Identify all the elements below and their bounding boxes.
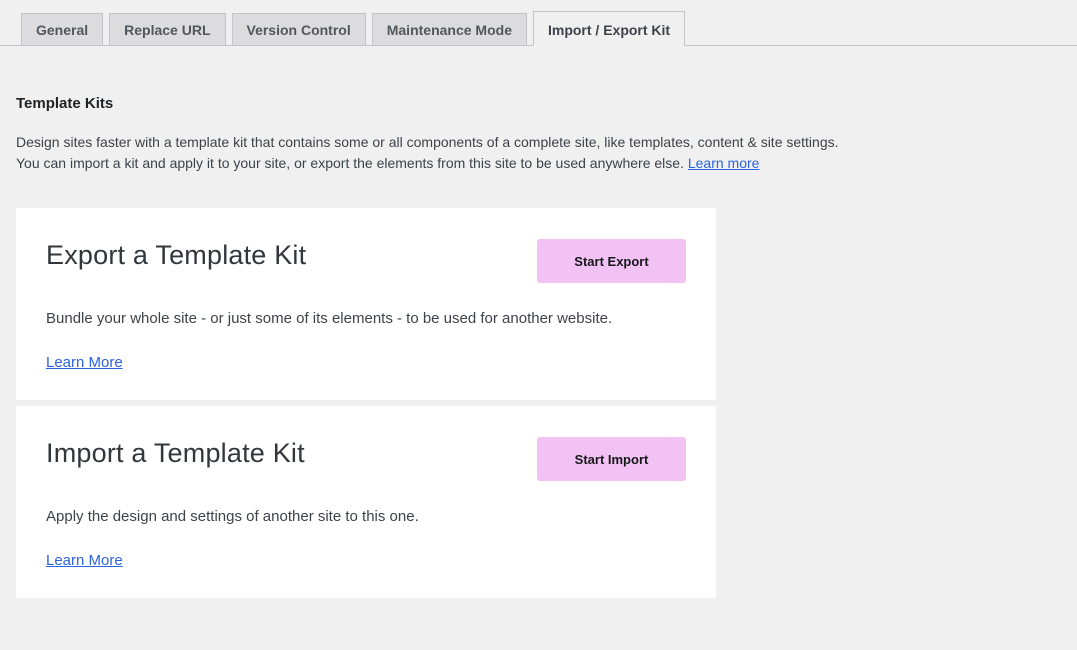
learn-more-link-intro[interactable]: Learn more — [688, 155, 760, 171]
tab-maintenance-mode[interactable]: Maintenance Mode — [372, 13, 527, 46]
export-kit-card: Export a Template Kit Start Export Bundl… — [16, 208, 716, 400]
export-kit-description: Bundle your whole site - or just some of… — [46, 310, 686, 328]
section-description-line2: You can import a kit and apply it to you… — [16, 155, 684, 171]
tab-version-control[interactable]: Version Control — [232, 13, 366, 46]
start-import-button[interactable]: Start Import — [537, 437, 686, 481]
learn-more-link-import[interactable]: Learn More — [46, 552, 123, 569]
section-description-line1: Design sites faster with a template kit … — [16, 134, 839, 150]
start-export-button[interactable]: Start Export — [537, 239, 686, 283]
export-kit-title: Export a Template Kit — [46, 239, 306, 271]
section-title: Template Kits — [16, 95, 1077, 112]
section-description: Design sites faster with a template kit … — [16, 132, 936, 174]
tab-replace-url[interactable]: Replace URL — [109, 13, 225, 46]
import-kit-card: Import a Template Kit Start Import Apply… — [16, 406, 716, 598]
import-kit-title: Import a Template Kit — [46, 437, 305, 469]
settings-tab-bar: General Replace URL Version Control Main… — [0, 0, 1077, 46]
export-kit-card-header: Export a Template Kit Start Export — [46, 239, 686, 283]
learn-more-link-export[interactable]: Learn More — [46, 354, 123, 371]
tab-general[interactable]: General — [21, 13, 103, 46]
kit-cards-container: Export a Template Kit Start Export Bundl… — [16, 208, 716, 598]
tab-import-export-kit[interactable]: Import / Export Kit — [533, 11, 685, 46]
import-kit-description: Apply the design and settings of another… — [46, 508, 686, 526]
import-kit-card-header: Import a Template Kit Start Import — [46, 437, 686, 481]
